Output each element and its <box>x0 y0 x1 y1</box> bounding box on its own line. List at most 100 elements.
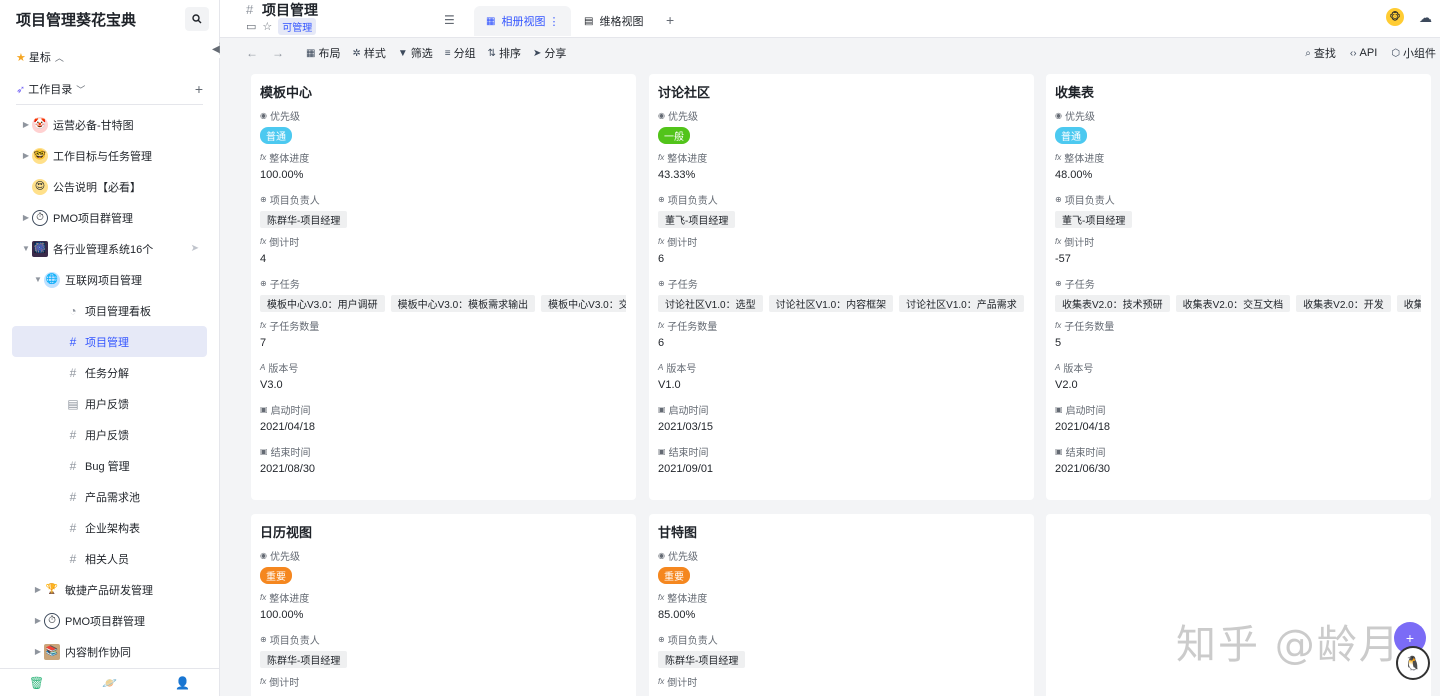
priority-pill: 普通 <box>260 127 292 144</box>
api-label: API <box>1359 47 1378 59</box>
expand-arrow-icon[interactable]: ▶ <box>32 585 44 594</box>
field-value: V1.0 <box>658 379 681 391</box>
share-button[interactable]: ➤ 分享 <box>533 45 566 61</box>
tree-item[interactable]: 😍 公告说明【必看】 <box>12 171 207 202</box>
search-icon[interactable] <box>185 7 209 31</box>
field-label: 倒计时 <box>269 237 300 249</box>
trash-icon[interactable]: 🗑 <box>29 676 44 690</box>
widget-label: 小组件 <box>1403 48 1436 60</box>
share-label: 分享 <box>544 48 567 60</box>
more-icon[interactable]: ⋮ <box>548 15 559 28</box>
tree-item-active[interactable]: # 项目管理 <box>12 326 207 357</box>
filter-button[interactable]: ▼ 筛选 <box>398 45 433 61</box>
sort-button[interactable]: ⇅ 排序 <box>488 45 521 61</box>
tree-item[interactable]: ▼ 🌐 互联网项目管理 <box>12 264 207 295</box>
page-title[interactable]: 项目管理 <box>262 0 318 20</box>
avatar[interactable]: 🐵 <box>1386 8 1404 26</box>
link-icon: ⊕ <box>658 194 665 204</box>
group-button[interactable]: ≡ 分组 <box>445 45 476 61</box>
undo-icon[interactable]: ← <box>246 46 258 60</box>
add-node-icon[interactable]: + <box>195 81 203 97</box>
field-start: ▣ 启动时间 2021/04/18 <box>260 402 626 444</box>
gallery-card[interactable]: 模板中心 ◉ 优先级 普通 fx 整体进度 100.00% ⊕ 项目负责人 陈群华-项目经理… <box>251 74 636 500</box>
invite-member-icon[interactable]: 👤 <box>175 676 190 690</box>
subtask-tag: 收集表V <box>1396 295 1421 312</box>
link-icon: ⊕ <box>260 634 267 644</box>
formula-icon: fx <box>658 152 665 162</box>
gallery-card[interactable]: 日历视图 ◉ 优先级 重要 fx 整体进度 100.00% ⊕ 项目负责人 陈群华-项目经理… <box>251 514 636 696</box>
owner-tag: 董飞-项目经理 <box>1055 211 1133 228</box>
tree-item[interactable]: ▤ 用户反馈 <box>12 388 207 419</box>
tree-item[interactable]: ▶ ⏱ PMO项目群管理 <box>12 202 207 233</box>
gallery-card[interactable]: 收集表 ◉ 优先级 普通 fx 整体进度 48.00% ⊕ 项目负责人 董飞-项目经理 fx… <box>1046 74 1431 500</box>
tree-item[interactable]: ▼ 🎆 各行业管理系统16个 ➤ <box>12 233 207 264</box>
field-value: 85.00% <box>658 609 696 621</box>
add-view-icon[interactable]: + <box>666 12 674 28</box>
expand-arrow-icon[interactable]: ▶ <box>20 213 32 222</box>
field-version: A 版本号 V2.0 <box>1055 360 1421 402</box>
field-label: 倒计时 <box>1064 237 1095 249</box>
expand-arrow-icon[interactable]: ▶ <box>20 151 32 160</box>
tree-item[interactable]: ▶ 🤓 工作目标与任务管理 <box>12 140 207 171</box>
tree-item[interactable]: ▶ 🏆 敏捷产品研发管理 <box>12 574 207 605</box>
gallery-card[interactable]: 甘特图 ◉ 优先级 重要 fx 整体进度 85.00% ⊕ 项目负责人 陈群华-项目经理 f… <box>649 514 1034 696</box>
tab-label: 维格视图 <box>599 16 644 28</box>
tree-item-label: Bug 管理 <box>85 460 130 473</box>
find-button[interactable]: ⌕ 查找 <box>1305 45 1336 61</box>
permission-badge[interactable]: 可管理 <box>278 18 317 35</box>
description-icon[interactable]: ▭ <box>246 20 256 33</box>
send-icon[interactable]: ➤ <box>191 243 199 254</box>
tree-item-label: 用户反馈 <box>85 398 129 411</box>
space-title: 项目管理葵花宝典 <box>16 11 137 29</box>
tree-item-label: 工作目标与任务管理 <box>53 150 152 163</box>
field-label: 整体进度 <box>667 153 708 165</box>
layout-button[interactable]: ▦ 布局 <box>306 45 340 61</box>
tree-item[interactable]: # 相关人员 <box>12 543 207 574</box>
gallery-icon: ▦ <box>486 15 496 27</box>
expand-arrow-icon[interactable]: ▶ <box>32 616 44 625</box>
tree-item[interactable]: # 任务分解 <box>12 357 207 388</box>
collapse-arrow-icon[interactable]: ▼ <box>20 244 32 253</box>
tree-item[interactable]: # Bug 管理 <box>12 450 207 481</box>
form-icon: ▤ <box>67 396 79 411</box>
field-label: 项目负责人 <box>269 635 320 647</box>
formula-icon: fx <box>658 320 665 330</box>
tab-gallery-view[interactable]: ▦ 相册视图 ⋮ <box>474 6 572 36</box>
tree-item[interactable]: ◔ 项目管理看板 <box>12 295 207 326</box>
select-icon: ◉ <box>260 110 267 120</box>
widget-icon: ⬡ <box>1391 47 1400 59</box>
api-button[interactable]: ‹› API <box>1350 47 1377 59</box>
collapse-arrow-icon[interactable]: ▼ <box>32 275 44 284</box>
calendar-icon: ▣ <box>260 404 268 414</box>
workspace-section[interactable]: ➶ 工作目录 ﹀ + <box>0 74 219 104</box>
star-outline-icon[interactable]: ☆ <box>262 20 272 33</box>
redo-icon[interactable]: → <box>272 46 284 60</box>
tree-item[interactable]: ▶ ⏱ PMO项目群管理 <box>12 605 207 636</box>
tree-item[interactable]: ▶ 📚 内容制作协同 <box>12 636 207 667</box>
field-label: 倒计时 <box>667 677 698 689</box>
planet-icon[interactable]: 🪐 <box>102 676 117 690</box>
view-list-icon[interactable]: ☰ <box>444 13 455 27</box>
field-countdown: fx 倒计时 6 <box>658 234 1024 276</box>
expand-arrow-icon[interactable]: ▶ <box>20 120 32 129</box>
widget-button[interactable]: ⬡ 小组件 <box>1391 45 1436 61</box>
field-version: A 版本号 V1.0 <box>658 360 1024 402</box>
mascot-avatar[interactable]: 🐧 <box>1396 646 1430 680</box>
calendar-icon: ▣ <box>1055 404 1063 414</box>
field-subtask-count: fx 子任务数量 5 <box>1055 318 1421 360</box>
gallery-card[interactable]: 讨论社区 ◉ 优先级 一般 fx 整体进度 43.33% ⊕ 项目负责人 董飞-项目经理 f… <box>649 74 1034 500</box>
expand-arrow-icon[interactable]: ▶ <box>32 647 44 656</box>
starred-section[interactable]: ★ 星标 ︿ <box>0 42 219 72</box>
tab-grid-view[interactable]: ▤ 维格视图 <box>572 6 655 36</box>
tree-item[interactable]: # 用户反馈 <box>12 419 207 450</box>
formula-icon: fx <box>260 592 267 602</box>
text-icon: A <box>260 362 266 372</box>
link-icon: ⊕ <box>658 634 665 644</box>
field-label: 子任务 <box>1064 279 1095 291</box>
calendar-icon: ▣ <box>658 446 666 456</box>
tree-item[interactable]: # 产品需求池 <box>12 481 207 512</box>
tree-item[interactable]: ▶ 🤡 运营必备-甘特图 <box>12 109 207 140</box>
style-button[interactable]: ✲ 样式 <box>352 45 385 61</box>
tree-item[interactable]: # 企业架构表 <box>12 512 207 543</box>
field-countdown: fx 倒计时 <box>260 674 626 696</box>
